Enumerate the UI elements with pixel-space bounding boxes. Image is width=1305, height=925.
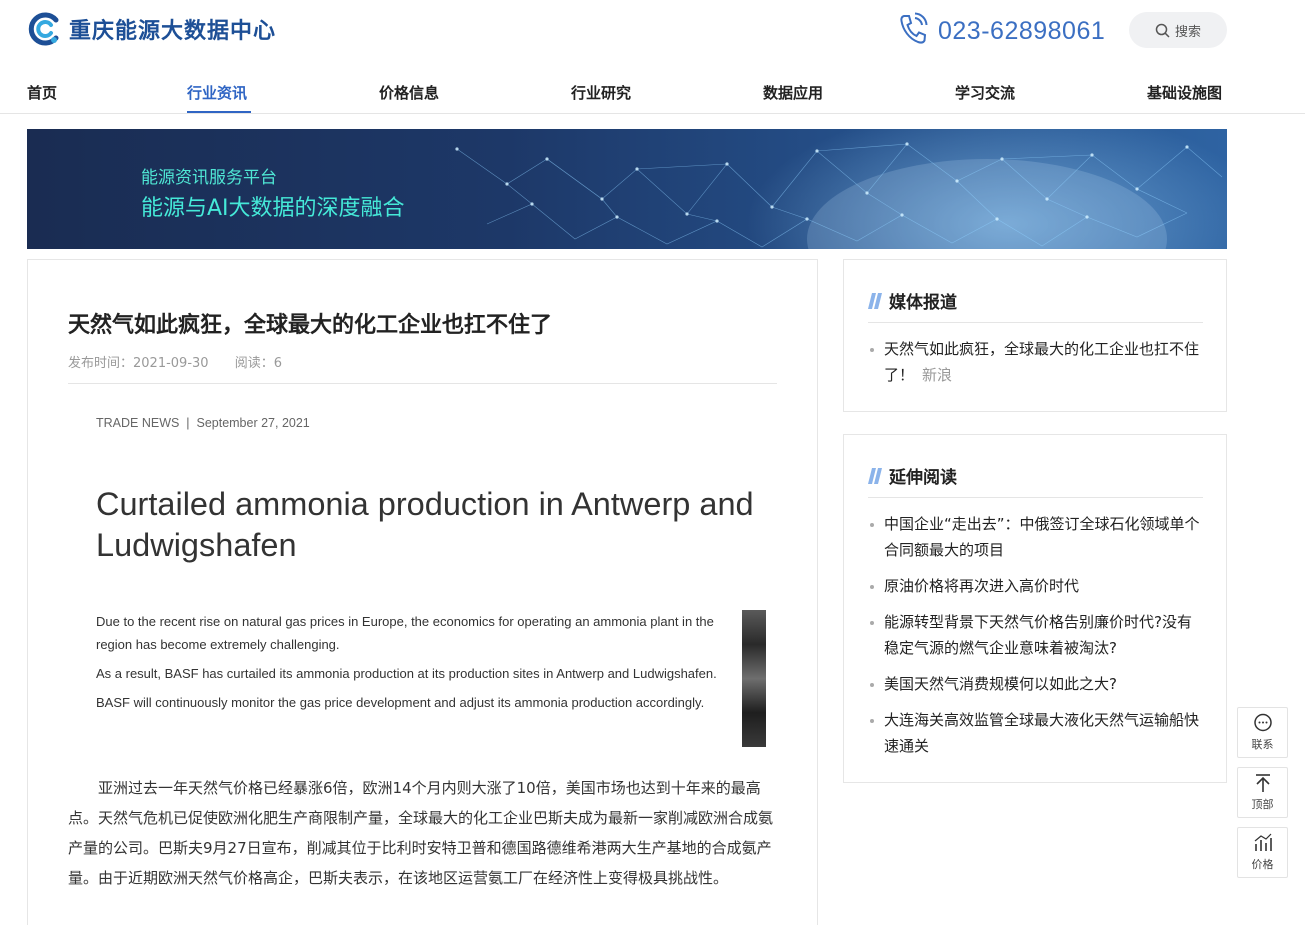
price-tool-button[interactable]: 价格 xyxy=(1237,827,1288,878)
price-tool-label: 价格 xyxy=(1251,858,1274,871)
site-logo[interactable]: 重庆能源大数据中心 xyxy=(27,12,276,46)
read-info: 阅读：6 xyxy=(235,356,282,371)
main-nav: 首页 行业资讯 价格信息 行业研究 数据应用 学习交流 基础设施图 xyxy=(27,70,1227,114)
network-graphic xyxy=(455,129,1227,249)
search-label: 搜索 xyxy=(1174,24,1201,40)
bar-chart-icon xyxy=(1254,833,1272,851)
nav-divider xyxy=(0,113,1305,114)
media-list: 天然气如此疯狂，全球最大的化工企业也扛不住了！ 新浪 xyxy=(868,336,1203,398)
related-list: 中国企业“走出去”：中俄签订全球石化领域单个合同额最大的项目 原油价格将再次进入… xyxy=(868,511,1203,769)
publish-info: 发布时间：2021-09-30 xyxy=(68,356,209,371)
banner-subtitle: 能源资讯服务平台 xyxy=(141,168,277,188)
nav-item-data-application[interactable]: 数据应用 xyxy=(763,82,823,103)
contact-tool-button[interactable]: 联系 xyxy=(1237,707,1288,758)
banner-title: 能源与AI大数据的深度融合 xyxy=(141,196,405,221)
card-heading: 延伸阅读 xyxy=(868,463,957,488)
heading-bars-icon xyxy=(868,467,882,484)
media-reports-card: 媒体报道 天然气如此疯狂，全球最大的化工企业也扛不住了！ 新浪 xyxy=(843,259,1227,412)
image-kicker: TRADE NEWS | September 27, 2021 xyxy=(96,416,310,430)
related-reading-card: 延伸阅读 中国企业“走出去”：中俄签订全球石化领域单个合同额最大的项目 原油价格… xyxy=(843,434,1227,783)
logo-icon xyxy=(27,12,61,46)
phone-number: 023-62898061 xyxy=(938,16,1106,45)
image-paragraph: Due to the recent rise on natural gas pr… xyxy=(96,614,714,652)
related-item[interactable]: 能源转型背景下天然气价格告别廉价时代?没有稳定气源的燃气企业意味着被淘汰? xyxy=(868,609,1203,661)
read-count: 6 xyxy=(273,356,283,371)
related-item[interactable]: 美国天然气消费规模何以如此之大? xyxy=(868,671,1203,697)
contact-phone: 023-62898061 xyxy=(898,12,1105,50)
card-heading-text: 延伸阅读 xyxy=(889,468,957,488)
contact-tool-label: 联系 xyxy=(1251,738,1274,751)
image-photo xyxy=(742,610,766,747)
article-title: 天然气如此疯狂，全球最大的化工企业也扛不住了 xyxy=(68,313,553,338)
image-headline: Curtailed ammonia production in Antwerp … xyxy=(96,486,754,563)
heading-bars-icon xyxy=(868,292,882,309)
article-meta: 发布时间：2021-09-30 阅读：6 xyxy=(68,352,282,371)
read-label: 阅读： xyxy=(234,356,274,371)
card-divider xyxy=(868,497,1203,498)
article-image: TRADE NEWS | September 27, 2021 Curtaile… xyxy=(68,400,777,768)
card-heading-text: 媒体报道 xyxy=(889,293,957,313)
media-item[interactable]: 天然气如此疯狂，全球最大的化工企业也扛不住了！ 新浪 xyxy=(868,336,1203,388)
image-paragraph: BASF will continuously monitor the gas p… xyxy=(96,695,705,710)
search-icon xyxy=(1155,23,1170,38)
phone-icon xyxy=(898,12,928,50)
nav-item-industry-news[interactable]: 行业资讯 xyxy=(187,82,247,103)
nav-item-industry-research[interactable]: 行业研究 xyxy=(571,82,631,103)
card-heading: 媒体报道 xyxy=(868,288,957,313)
nav-item-learning[interactable]: 学习交流 xyxy=(955,82,1015,103)
back-to-top-label: 顶部 xyxy=(1251,798,1274,811)
related-item[interactable]: 大连海关高效监管全球最大液化天然气运输船快速通关 xyxy=(868,707,1203,759)
media-item-source: 新浪 xyxy=(922,366,953,384)
hero-banner: 能源资讯服务平台 能源与AI大数据的深度融合 xyxy=(27,129,1227,249)
article-body: 亚洲过去一年天然气价格已经暴涨6倍，欧洲14个月内则大涨了10倍，美国市场也达到… xyxy=(68,779,774,887)
publish-date: 2021-09-30 xyxy=(133,356,209,371)
chat-icon xyxy=(1253,713,1272,732)
article-divider xyxy=(68,383,777,384)
nav-item-price-info[interactable]: 价格信息 xyxy=(379,82,439,103)
image-body: Due to the recent rise on natural gas pr… xyxy=(96,610,726,720)
related-item[interactable]: 中国企业“走出去”：中俄签订全球石化领域单个合同额最大的项目 xyxy=(868,511,1203,563)
publish-label: 发布时间： xyxy=(68,356,134,371)
related-item[interactable]: 原油价格将再次进入高价时代 xyxy=(868,573,1203,599)
nav-item-home[interactable]: 首页 xyxy=(27,82,57,103)
site-name: 重庆能源大数据中心 xyxy=(69,19,277,44)
card-divider xyxy=(868,322,1203,323)
back-to-top-button[interactable]: 顶部 xyxy=(1237,767,1288,818)
nav-item-infrastructure-map[interactable]: 基础设施图 xyxy=(1147,82,1222,103)
image-paragraph: As a result, BASF has curtailed its ammo… xyxy=(96,666,717,681)
article-card: 天然气如此疯狂，全球最大的化工企业也扛不住了 发布时间：2021-09-30 阅… xyxy=(27,259,818,925)
search-button[interactable]: 搜索 xyxy=(1129,12,1227,48)
arrow-up-icon xyxy=(1255,774,1270,792)
